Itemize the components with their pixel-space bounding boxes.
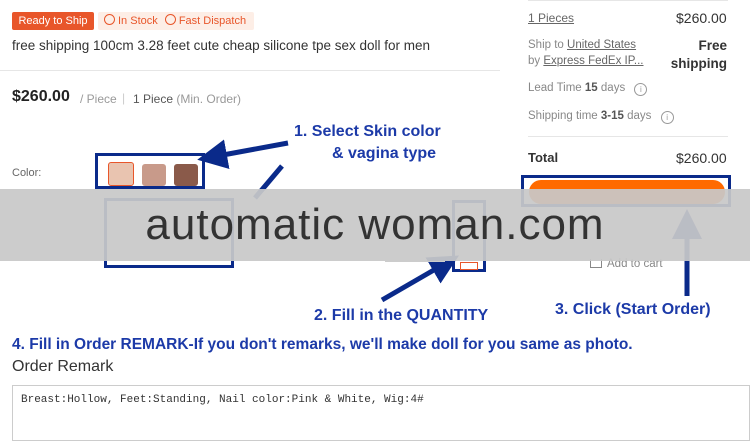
arrow-step1 [197,139,289,170]
ship-to-country[interactable]: United States [567,39,636,51]
ship-to-label: Ship to [528,39,564,51]
lead-time-label: Lead Time [528,82,582,94]
quantity-field-edge [385,261,445,262]
lead-time-unit: days [600,82,626,94]
shipping-time-label: Shipping time [528,110,598,122]
lead-time-value: 15 [584,82,598,94]
step4-note: 4. Fill in Order REMARK-If you don't rem… [12,336,633,353]
order-remark-title: Order Remark [12,358,114,375]
shipping-time-value: 3-15 [600,110,624,122]
shipping-time-unit: days [627,110,652,122]
order-remark-textarea[interactable]: Breast:Hollow, Feet:Standing, Nail color… [12,385,750,441]
total-label: Total [528,150,559,165]
step2-note: 2. Fill in the QUANTITY [314,307,489,324]
quantity-stepper[interactable] [460,262,478,270]
pieces-link[interactable]: 1 Pieces [528,11,574,25]
panel-top-border [528,0,728,1]
ship-method[interactable]: Express FedEx IP... [543,55,643,67]
step1-note-line1: 1. Select Skin color [294,123,441,140]
free-shipping-line2: shipping [670,56,727,71]
arrow-step2 [380,255,459,303]
pieces-price: $260.00 [676,10,727,26]
free-shipping: Free shipping [662,37,727,73]
info-icon[interactable]: i [634,83,648,96]
ship-by-label: by [528,55,541,67]
total-value: $260.00 [676,150,727,166]
step3-note: 3. Click (Start Order) [555,301,711,318]
lead-time: Lead Time 15 days i [528,82,648,96]
watermark-text: automatic woman.com [145,200,605,249]
divider [528,136,728,137]
ship-to: Ship to United States by Express FedEx I… [528,37,658,69]
shipping-time: Shipping time 3-15 days i [528,110,674,124]
step1-note-line2: & vagina type [332,145,437,162]
free-shipping-line1: Free [698,38,727,53]
info-icon[interactable]: i [660,111,674,124]
